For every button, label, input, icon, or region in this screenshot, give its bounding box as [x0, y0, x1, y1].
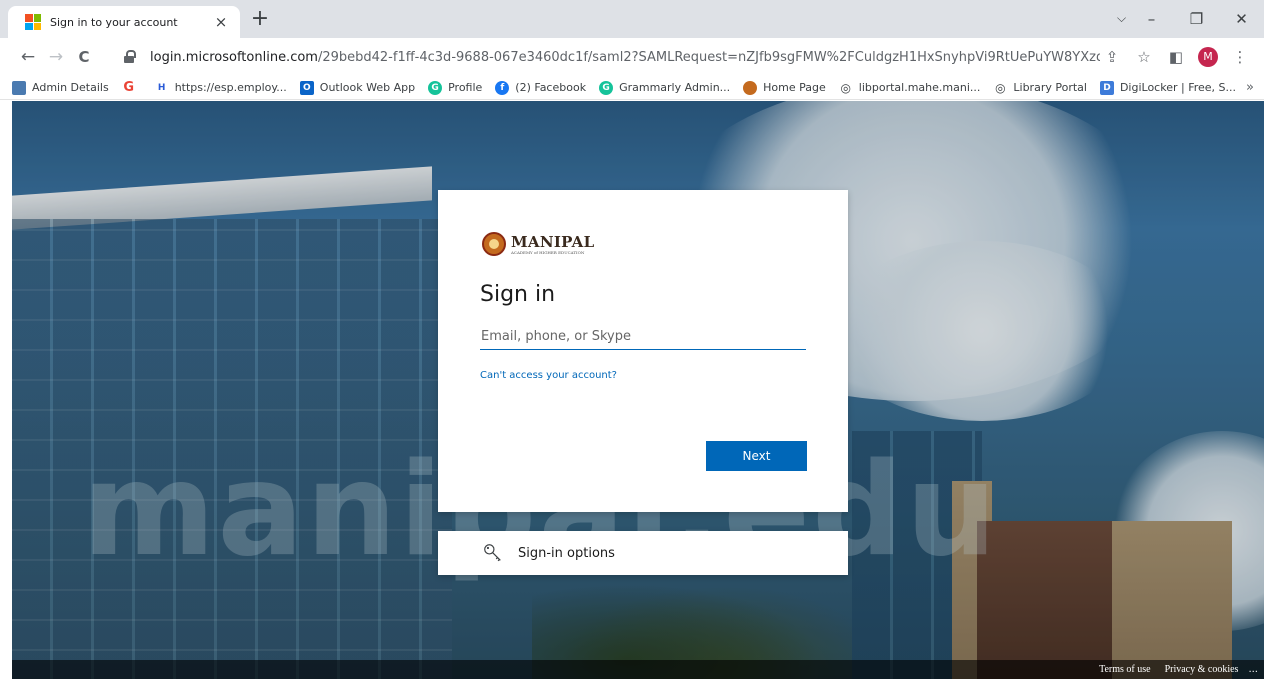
cant-access-link[interactable]: Can't access your account? — [480, 370, 617, 381]
bookmark-label: Admin Details — [32, 81, 109, 94]
url-text[interactable]: login.microsoftonline.com/29bebd42-f1ff-… — [150, 50, 1100, 65]
more-options-icon[interactable]: ... — [1248, 664, 1258, 675]
signin-options-label: Sign-in options — [518, 545, 615, 561]
tab-strip: Sign in to your account × + ⌵ – ❐ ✕ — [0, 0, 1264, 38]
grammarly-icon: G — [428, 80, 443, 95]
bookmark-item[interactable]: G Profile — [428, 80, 483, 95]
signin-title: Sign in — [480, 282, 556, 307]
bookmark-item[interactable]: Home Page — [743, 80, 826, 95]
bookmark-label: Library Portal — [1013, 81, 1087, 94]
google-icon: G — [123, 80, 135, 95]
globe-icon: ◎ — [840, 80, 852, 95]
bookmark-item[interactable]: D DigiLocker | Free, S... — [1099, 80, 1237, 95]
bookmark-item[interactable]: f (2) Facebook — [495, 80, 587, 95]
window-controls: – ❐ ✕ — [1129, 0, 1264, 38]
bookmark-label: (2) Facebook — [515, 81, 587, 94]
bookmark-label: Grammarly Admin... — [619, 81, 731, 94]
bookmark-label: Home Page — [763, 81, 826, 94]
bookmark-label: https://esp.employ... — [174, 81, 287, 94]
restore-button[interactable]: ❐ — [1174, 10, 1219, 28]
address-bar[interactable]: login.microsoftonline.com/29bebd42-f1ff-… — [112, 43, 1118, 71]
minimize-button[interactable]: – — [1129, 10, 1174, 28]
browser-toolbar: ← → C login.microsoftonline.com/29bebd42… — [0, 38, 1264, 76]
digilocker-icon: D — [1099, 80, 1114, 95]
manipal-logo: MANIPAL ACADEMY of HIGHER EDUCATION — [482, 232, 594, 256]
bookmark-item[interactable]: ◎ libportal.mahe.mani... — [839, 81, 981, 95]
forward-icon[interactable]: → — [42, 47, 70, 67]
globe-icon: ◎ — [995, 80, 1006, 95]
bookmark-item[interactable]: O Outlook Web App — [299, 80, 416, 95]
close-window-button[interactable]: ✕ — [1219, 10, 1264, 28]
bookmark-label: DigiLocker | Free, S... — [1119, 81, 1237, 94]
grammarly-icon: G — [599, 80, 614, 95]
hi-icon: H — [157, 82, 166, 93]
menu-icon[interactable]: ⋮ — [1224, 48, 1256, 66]
manipal-icon — [743, 80, 758, 95]
bookmark-item[interactable]: ◎ Library Portal — [993, 81, 1087, 95]
signin-options-button[interactable]: Sign-in options — [438, 531, 848, 575]
browser-tab[interactable]: Sign in to your account × — [8, 6, 240, 38]
bookmark-label: Profile — [448, 81, 483, 94]
lock-icon[interactable] — [124, 50, 136, 64]
bookmark-star-icon[interactable]: ☆ — [1128, 48, 1160, 66]
toolbar-actions: ⇪ ☆ ◧ M ⋮ — [1096, 38, 1256, 76]
bookmark-label: libportal.mahe.mani... — [858, 81, 981, 94]
share-icon[interactable]: ⇪ — [1096, 48, 1128, 66]
terms-link[interactable]: Terms of use — [1099, 664, 1151, 675]
bookmarks-bar: Admin Details G Hhttps://esp.employ... O… — [0, 76, 1264, 100]
bookmark-item[interactable]: Hhttps://esp.employ... — [155, 81, 287, 95]
bookmark-item[interactable]: G Grammarly Admin... — [599, 80, 731, 95]
url-path: /29bebd42-f1ff-4c3d-9688-067e3460dc1f/sa… — [317, 49, 1100, 65]
url-host: login.microsoftonline.com — [150, 49, 318, 65]
page-footer: Terms of use Privacy & cookies ... — [12, 660, 1264, 679]
facebook-icon: f — [495, 80, 510, 95]
logo-text: MANIPAL ACADEMY of HIGHER EDUCATION — [511, 234, 594, 255]
more-bookmarks-icon[interactable]: » — [1246, 80, 1254, 95]
bookmark-label: Outlook Web App — [319, 81, 416, 94]
bookmark-item[interactable]: G — [122, 80, 142, 95]
back-icon[interactable]: ← — [14, 47, 42, 67]
manipal-crest-icon — [482, 232, 506, 256]
image-icon — [12, 80, 26, 95]
profile-avatar[interactable]: M — [1198, 47, 1218, 67]
tab-close-icon[interactable]: × — [212, 13, 230, 31]
logo-brand: MANIPAL — [511, 232, 595, 251]
tab-title: Sign in to your account — [50, 15, 178, 29]
side-panel-icon[interactable]: ◧ — [1160, 48, 1192, 66]
next-button[interactable]: Next — [706, 441, 807, 471]
key-icon — [484, 544, 501, 562]
email-field[interactable] — [480, 324, 806, 350]
bookmark-item[interactable]: Admin Details — [12, 80, 109, 95]
reload-icon[interactable]: C — [70, 48, 98, 66]
outlook-icon: O — [299, 80, 314, 95]
microsoft-logo-icon — [25, 14, 41, 30]
signin-card: MANIPAL ACADEMY of HIGHER EDUCATION Sign… — [438, 190, 848, 512]
new-tab-button[interactable]: + — [248, 8, 272, 32]
tab-search-icon[interactable]: ⌵ — [1117, 11, 1126, 26]
logo-subtitle: ACADEMY of HIGHER EDUCATION — [511, 249, 585, 255]
privacy-link[interactable]: Privacy & cookies — [1165, 664, 1239, 675]
